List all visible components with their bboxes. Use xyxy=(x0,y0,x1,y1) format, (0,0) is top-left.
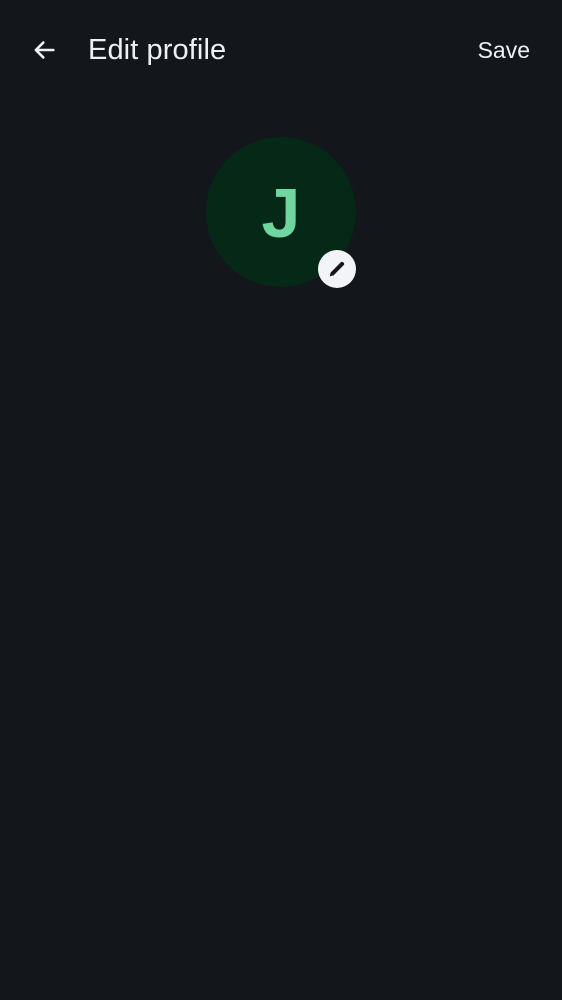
profile-avatar-section: J xyxy=(206,137,356,288)
edit-avatar-button[interactable] xyxy=(318,250,356,288)
avatar-initial: J xyxy=(261,174,301,252)
edit-profile-screen: Edit profile Save J xyxy=(0,0,562,1000)
pencil-icon xyxy=(326,258,348,280)
page-title: Edit profile xyxy=(88,34,227,66)
save-button[interactable]: Save xyxy=(470,28,538,72)
arrow-left-icon xyxy=(30,36,58,64)
app-bar: Edit profile Save xyxy=(0,0,562,100)
back-button[interactable] xyxy=(20,26,68,74)
